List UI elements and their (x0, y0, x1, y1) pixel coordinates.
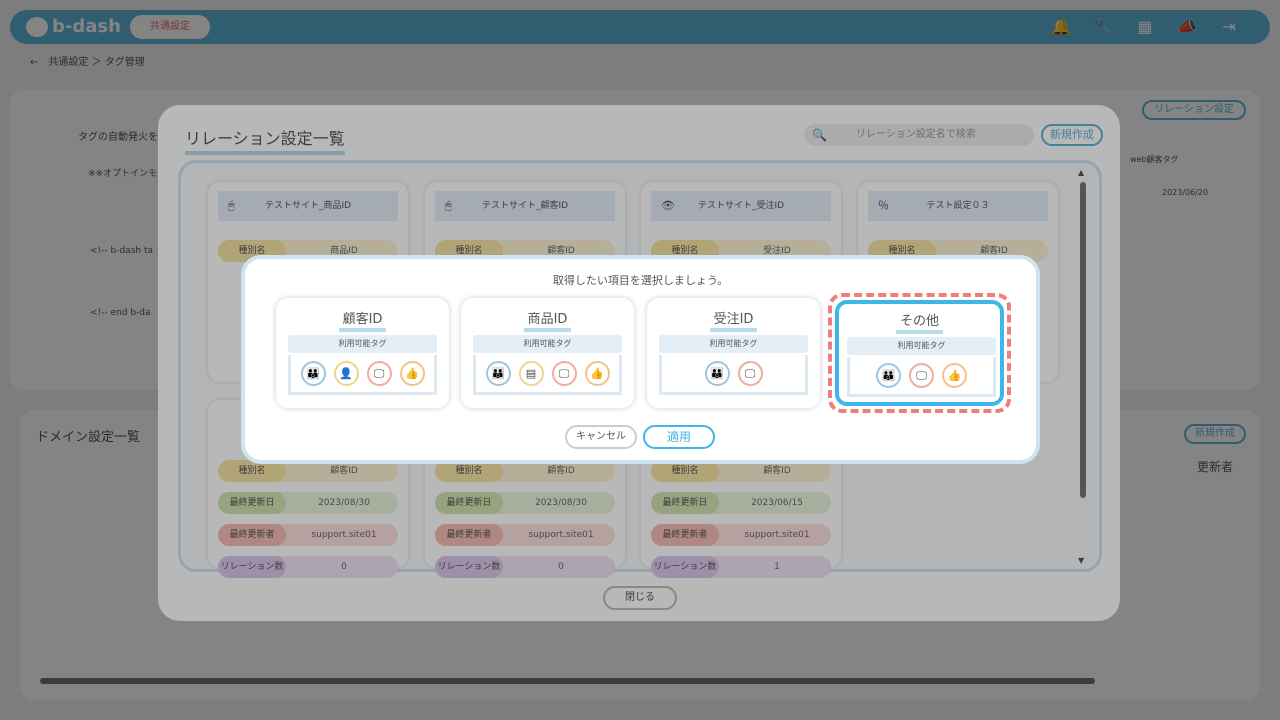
cancel-button[interactable]: キャンセル (565, 425, 637, 449)
available-tags-header: 利用可能タグ (288, 335, 437, 353)
option-card-customer-id[interactable]: 顧客ID 利用可能タグ 👪 👤 🖵 👍 (276, 298, 449, 408)
monitor-icon: 🖵 (737, 361, 763, 386)
option-card-order-id[interactable]: 受注ID 利用可能タグ 👪 🖵 (647, 298, 820, 408)
apply-button[interactable]: 適用 (643, 425, 715, 449)
option-card-product-id[interactable]: 商品ID 利用可能タグ 👪 ▤ 🖵 👍 (461, 298, 634, 408)
monitor-icon: 🖵 (551, 361, 577, 386)
option-title: その他 (895, 310, 943, 334)
option-title: 商品ID (523, 308, 572, 332)
monitor-icon: 🖵 (366, 361, 392, 386)
tag-icon-row: 👪 ▤ 🖵 👍 (473, 355, 622, 395)
family-icon: 👪 (300, 361, 326, 386)
tag-icon-row: 👪 🖵 👍 (847, 357, 996, 397)
thumbs-up-icon: 👍 (942, 363, 967, 388)
available-tags-header: 利用可能タグ (473, 335, 622, 353)
tag-icon-row: 👪 🖵 (659, 355, 808, 395)
person-icon: 👤 (333, 361, 359, 386)
family-icon: 👪 (876, 363, 901, 388)
available-tags-header: 利用可能タグ (847, 337, 996, 355)
family-icon: 👪 (704, 361, 730, 386)
monitor-icon: 🖵 (909, 363, 934, 388)
available-tags-header: 利用可能タグ (659, 335, 808, 353)
option-title: 顧客ID (338, 308, 387, 332)
option-title: 受注ID (709, 308, 758, 332)
tag-icon-row: 👪 👤 🖵 👍 (288, 355, 437, 395)
list-icon: ▤ (518, 361, 544, 386)
thumbs-up-icon: 👍 (584, 361, 610, 386)
option-card-other[interactable]: その他 利用可能タグ 👪 🖵 👍 (835, 300, 1004, 406)
thumbs-up-icon: 👍 (399, 361, 425, 386)
family-icon: 👪 (485, 361, 511, 386)
select-prompt: 取得したい項目を選択しましょう。 (552, 274, 729, 287)
